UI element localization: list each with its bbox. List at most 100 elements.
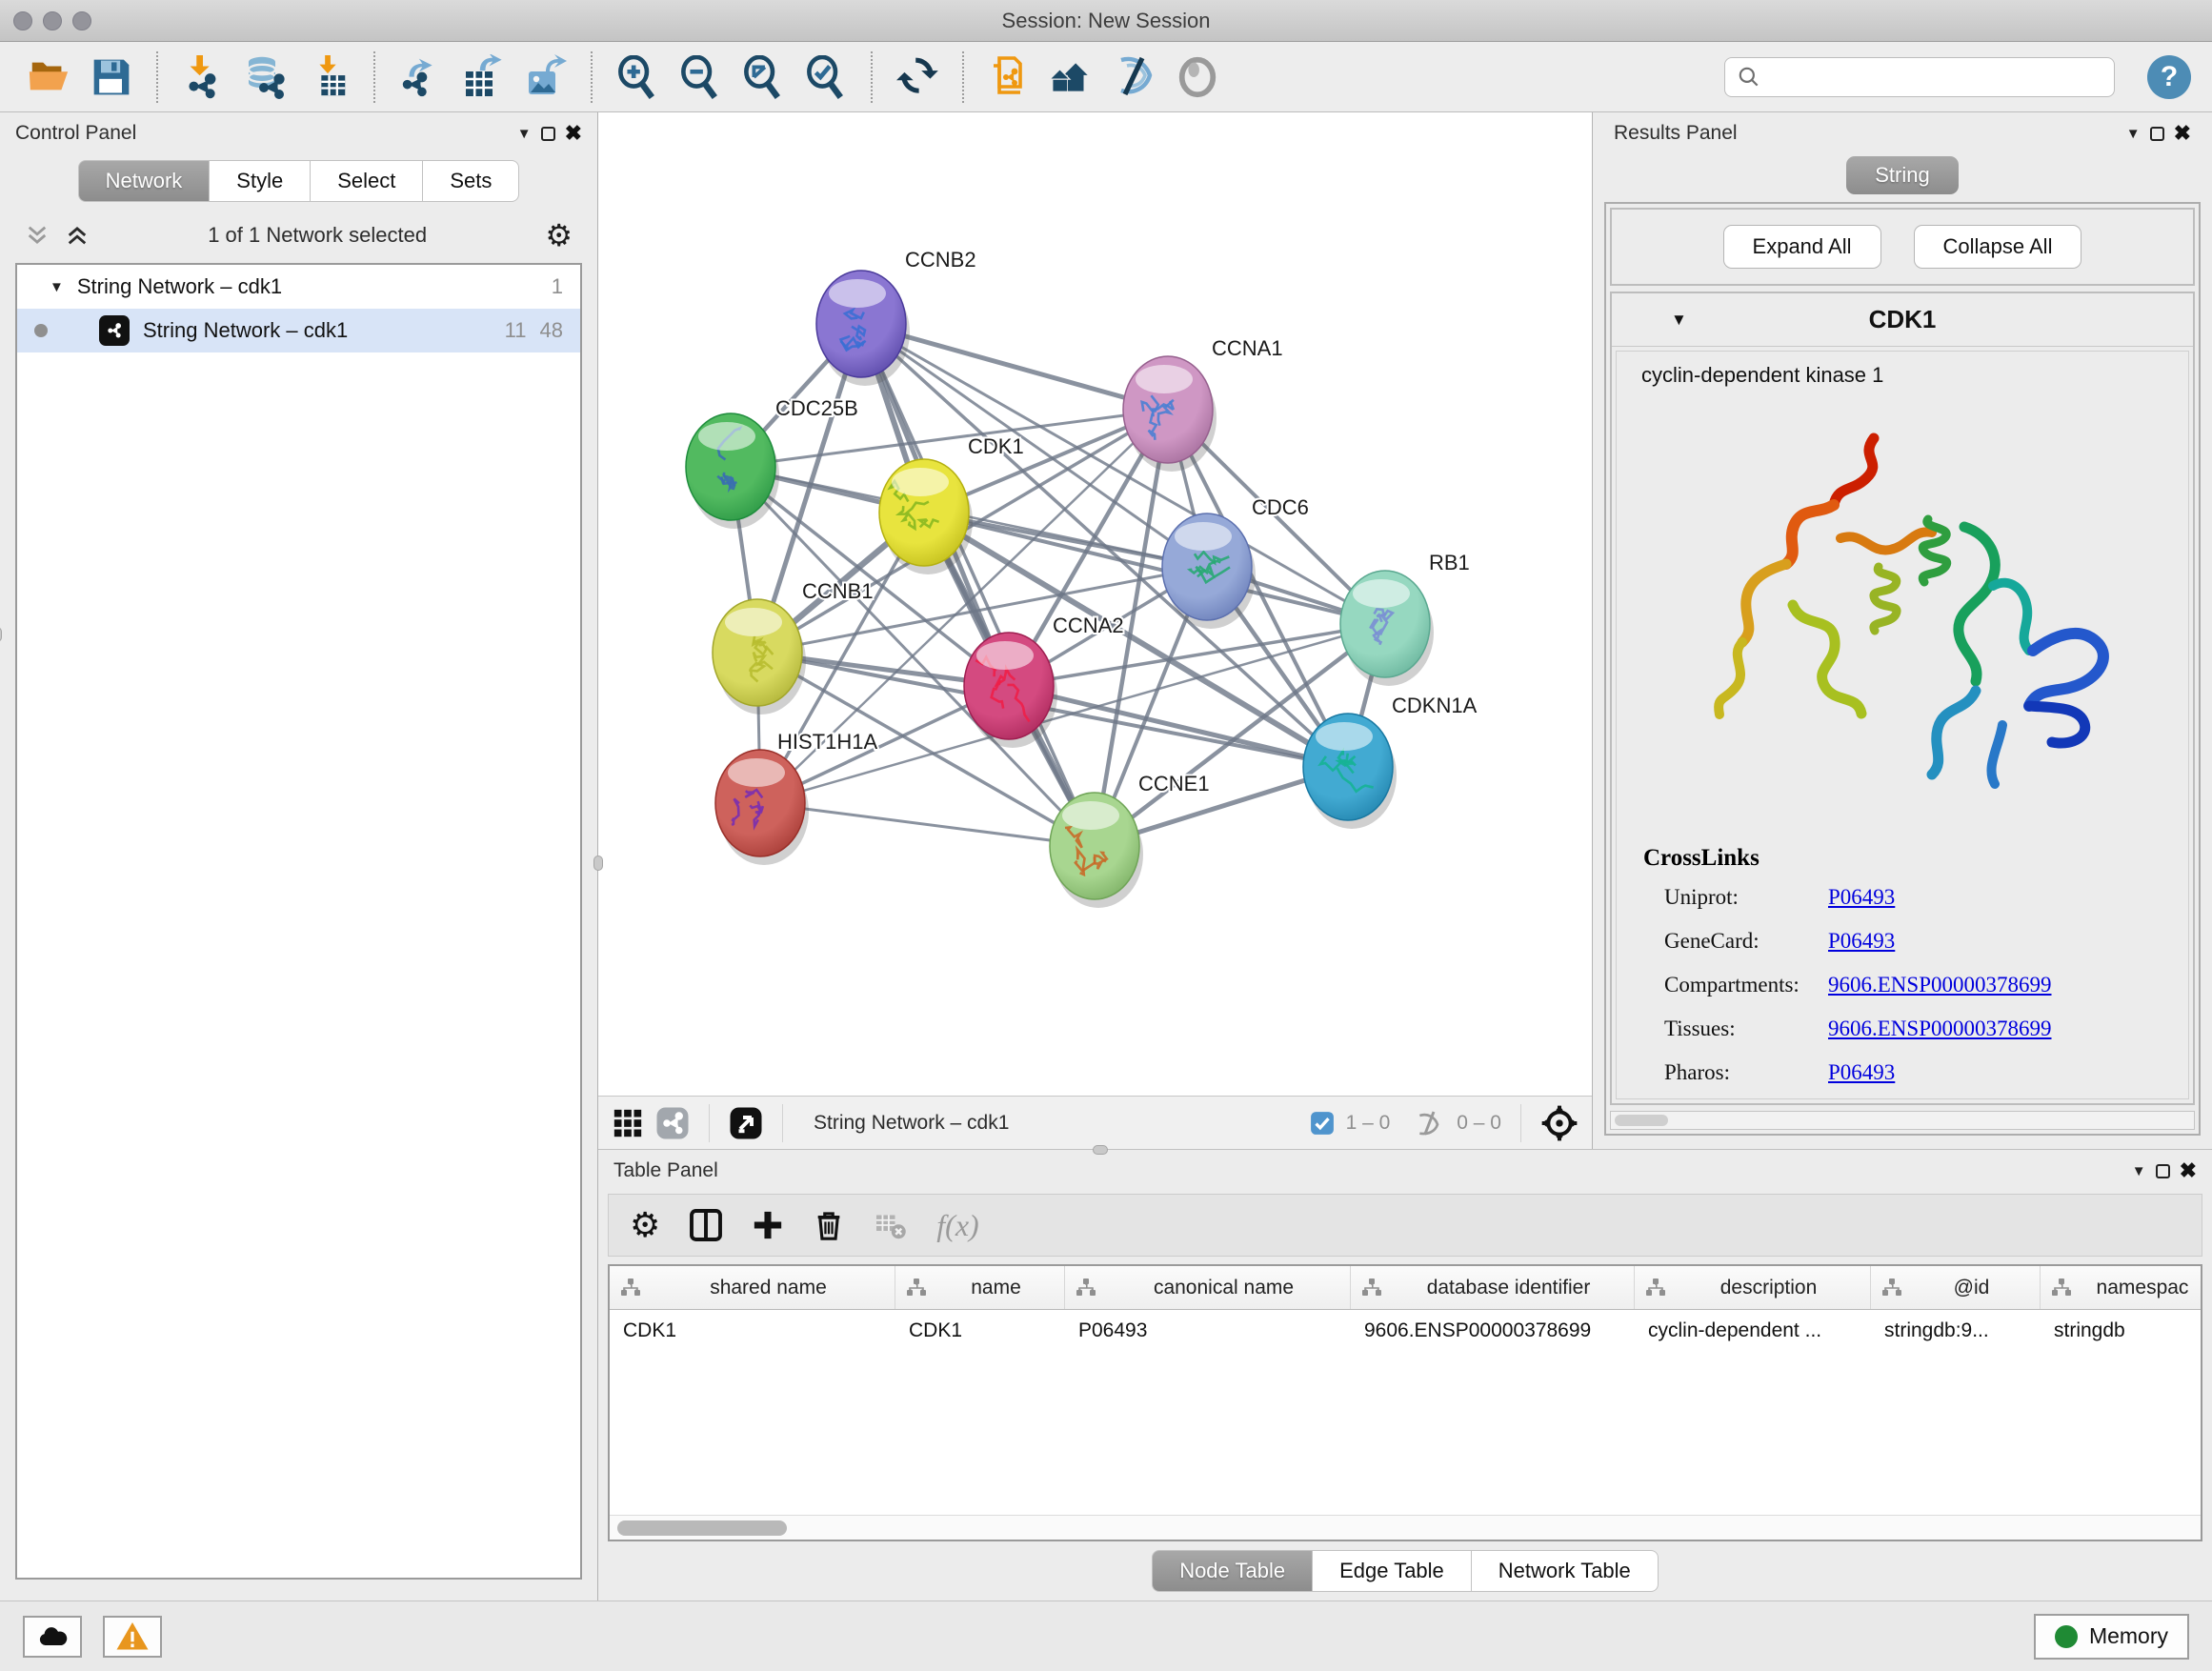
panel-collapse-icon[interactable]: ▼ — [2132, 1163, 2146, 1179]
tab-string[interactable]: String — [1846, 156, 1958, 194]
crosslink-link[interactable]: P06493 — [1828, 1060, 1895, 1085]
crosslink-link[interactable]: P06493 — [1828, 929, 1895, 954]
panel-float-icon[interactable] — [2150, 127, 2164, 141]
gene-collapse-icon[interactable]: ▼ — [1671, 311, 1687, 330]
selected-checkbox-icon[interactable] — [1310, 1111, 1335, 1136]
gene-section-header[interactable]: ▼ CDK1 — [1612, 293, 2193, 347]
panel-float-icon[interactable] — [541, 127, 555, 141]
panel-collapse-icon[interactable]: ▼ — [2126, 126, 2141, 142]
network-node-CDKN1A[interactable]: CDKN1A — [1303, 694, 1478, 829]
panel-close-icon[interactable]: ✖ — [2180, 1160, 2197, 1181]
network-node-RB1[interactable]: RB1 — [1340, 551, 1470, 686]
network-edge-HIST1H1A-CCNE1[interactable] — [760, 803, 1095, 846]
zoom-in-button[interactable] — [610, 50, 665, 105]
network-node-HIST1H1A[interactable]: HIST1H1A — [715, 730, 877, 865]
expand-all-icon[interactable] — [65, 223, 90, 248]
results-hscrollbar[interactable] — [1610, 1111, 2195, 1130]
collapse-all-button[interactable]: Collapse All — [1914, 225, 2082, 269]
search-input[interactable] — [1769, 66, 2102, 88]
column-header--id[interactable]: @id — [1871, 1266, 2041, 1309]
show-all-button[interactable] — [1170, 50, 1225, 105]
column-header-description[interactable]: description — [1635, 1266, 1871, 1309]
import-network-database-button[interactable] — [238, 50, 293, 105]
control-panel-tabs: NetworkStyleSelectSets — [78, 160, 520, 202]
crosslink-link[interactable]: 9606.ENSP00000378699 — [1828, 1017, 2052, 1041]
close-window-icon[interactable] — [13, 11, 32, 30]
save-session-button[interactable] — [84, 50, 139, 105]
tab-node-table[interactable]: Node Table — [1152, 1550, 1313, 1592]
string-documents-button[interactable] — [981, 50, 1036, 105]
zoom-selected-button[interactable] — [798, 50, 854, 105]
column-header-namespac[interactable]: namespac — [2041, 1266, 2202, 1309]
hide-selected-button[interactable] — [1107, 50, 1162, 105]
network-options-gear-icon[interactable]: ⚙ — [545, 220, 573, 251]
birds-eye-crosshair-icon[interactable] — [1540, 1104, 1579, 1142]
tab-edge-table[interactable]: Edge Table — [1313, 1550, 1472, 1592]
table-cell[interactable]: stringdb:9... — [1871, 1310, 2041, 1352]
memory-button[interactable]: Memory — [2034, 1614, 2189, 1660]
tab-network-table[interactable]: Network Table — [1472, 1550, 1659, 1592]
minimize-window-icon[interactable] — [43, 11, 62, 30]
table-cell[interactable]: P06493 — [1065, 1310, 1351, 1352]
table-cell[interactable]: stringdb — [2041, 1310, 2202, 1352]
show-columns-icon[interactable] — [689, 1208, 723, 1242]
tab-style[interactable]: Style — [210, 160, 311, 202]
hidden-eye-icon[interactable] — [1415, 1108, 1445, 1138]
import-network-file-button[interactable] — [175, 50, 231, 105]
collapse-all-icon[interactable] — [25, 223, 50, 248]
refresh-view-button[interactable] — [890, 50, 945, 105]
fit-content-icon — [741, 55, 785, 99]
add-column-icon[interactable] — [752, 1209, 784, 1241]
table-cell[interactable]: CDK1 — [610, 1310, 895, 1352]
import-table-file-button[interactable] — [301, 50, 356, 105]
delete-column-icon[interactable] — [813, 1209, 845, 1241]
panel-close-icon[interactable]: ✖ — [2174, 123, 2191, 144]
search-box[interactable] — [1724, 57, 2115, 97]
expand-all-button[interactable]: Expand All — [1723, 225, 1881, 269]
network-node-CDK1[interactable]: CDK1 — [879, 434, 1024, 574]
crosslink-link[interactable]: P06493 — [1828, 885, 1895, 910]
grid-mode-icon[interactable] — [612, 1107, 644, 1139]
open-in-new-icon[interactable] — [729, 1106, 763, 1140]
open-session-button[interactable] — [21, 50, 76, 105]
panel-close-icon[interactable]: ✖ — [565, 123, 582, 144]
export-table-button[interactable] — [455, 50, 511, 105]
export-network-button[interactable] — [392, 50, 448, 105]
column-header-shared-name[interactable]: shared name — [610, 1266, 895, 1309]
network-node-CCNB2[interactable]: CCNB2 — [816, 248, 976, 386]
network-canvas[interactable]: CCNB2CCNA1CDC25BCDK1CDC6RB1CCNB1CCNA2CDK… — [598, 112, 1592, 1096]
help-button[interactable]: ? — [2147, 55, 2191, 99]
network-row[interactable]: String Network – cdk1 11 48 — [17, 309, 580, 352]
network-edge-CCNB2-CCNE1[interactable] — [861, 324, 1095, 846]
table-hscrollbar[interactable] — [610, 1515, 2201, 1540]
crosslink-link[interactable]: 9606.ENSP00000378699 — [1828, 973, 2052, 997]
network-node-CDC6[interactable]: CDC6 — [1162, 495, 1309, 629]
column-header-name[interactable]: name — [895, 1266, 1065, 1309]
export-image-button[interactable] — [518, 50, 573, 105]
table-row[interactable]: CDK1CDK1P064939606.ENSP00000378699cyclin… — [610, 1310, 2201, 1352]
zoom-out-button[interactable] — [673, 50, 728, 105]
panel-collapse-icon[interactable]: ▼ — [517, 126, 532, 142]
left-splitter-handle[interactable] — [593, 856, 603, 871]
tab-sets[interactable]: Sets — [423, 160, 519, 202]
network-node-CCNA1[interactable]: CCNA1 — [1123, 336, 1283, 472]
collection-expand-icon[interactable]: ▼ — [50, 279, 64, 295]
neighbors-home-button[interactable] — [1044, 50, 1099, 105]
tab-network[interactable]: Network — [78, 160, 211, 202]
tab-select[interactable]: Select — [311, 160, 423, 202]
table-options-gear-icon[interactable]: ⚙ — [630, 1208, 660, 1242]
cloud-status-button[interactable] — [23, 1616, 82, 1658]
network-collection-row[interactable]: ▼ String Network – cdk1 1 — [17, 265, 580, 309]
table-cell[interactable]: 9606.ENSP00000378699 — [1351, 1310, 1635, 1352]
panel-float-icon[interactable] — [2156, 1164, 2170, 1178]
column-header-canonical-name[interactable]: canonical name — [1065, 1266, 1351, 1309]
share-mode-icon[interactable] — [655, 1106, 690, 1140]
table-splitter-handle[interactable] — [1093, 1145, 1108, 1155]
table-cell[interactable]: CDK1 — [895, 1310, 1065, 1352]
table-cell[interactable]: cyclin-dependent ... — [1635, 1310, 1871, 1352]
maximize-window-icon[interactable] — [72, 11, 91, 30]
column-header-database-identifier[interactable]: database identifier — [1351, 1266, 1635, 1309]
fit-content-button[interactable] — [735, 50, 791, 105]
network-node-CCNE1[interactable]: CCNE1 — [1050, 772, 1210, 908]
warning-status-button[interactable] — [103, 1616, 162, 1658]
